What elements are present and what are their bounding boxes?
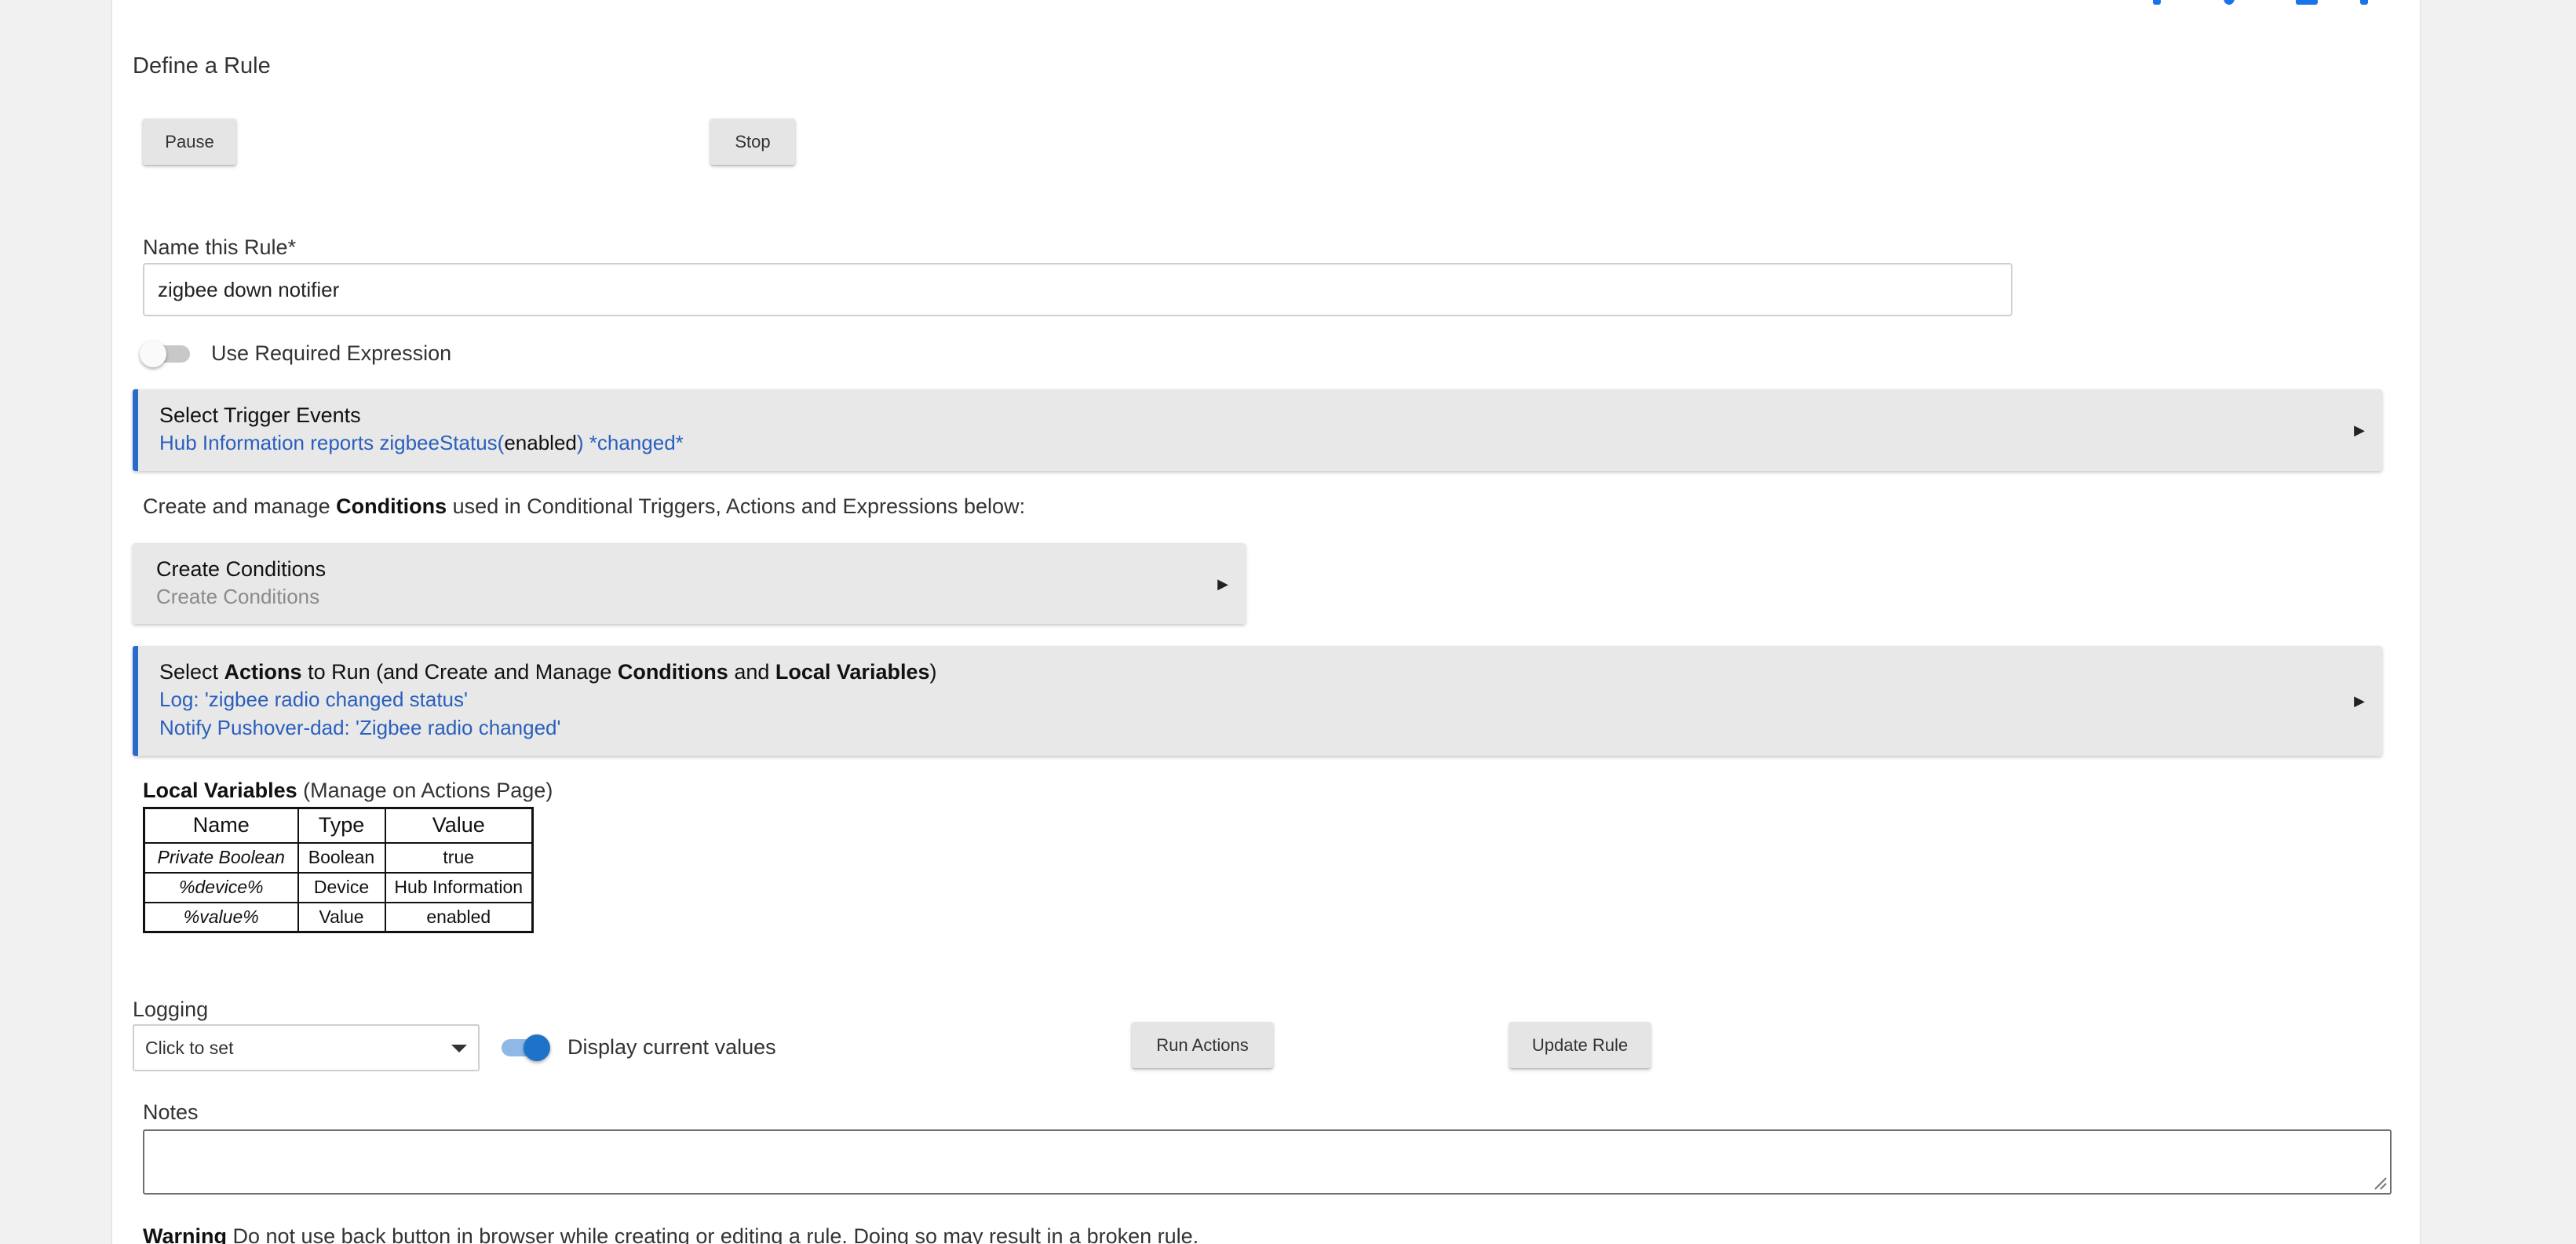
run-actions-button[interactable]: Run Actions [1132, 1022, 1273, 1068]
table-row: %value% Value enabled [143, 901, 534, 933]
trigger-events-panel[interactable]: Select Trigger Events Hub Information re… [133, 389, 2382, 471]
required-expression-toggle[interactable] [140, 339, 190, 369]
local-variables-heading: Local Variables (Manage on Actions Page) [143, 779, 553, 802]
chevron-down-icon [451, 1045, 467, 1052]
conditions-intro-text: Create and manage Conditions used in Con… [143, 494, 1026, 518]
table-cell: Boolean [297, 841, 386, 874]
column-header-name: Name [143, 807, 299, 844]
table-cell: enabled [384, 901, 534, 933]
expand-arrow-icon: ▶ [1217, 576, 1228, 592]
rule-name-label: Name this Rule* [143, 235, 297, 259]
create-conditions-subtitle: Create Conditions [156, 585, 320, 608]
resize-grip-icon[interactable] [2370, 1173, 2388, 1191]
table-cell: Private Boolean [143, 841, 299, 874]
display-values-toggle[interactable] [502, 1033, 550, 1063]
table-row: Private Boolean Boolean true [143, 841, 534, 874]
create-conditions-panel[interactable]: Create Conditions Create Conditions ▶ [133, 543, 1246, 624]
column-header-value: Value [384, 807, 534, 844]
select-actions-title: Select Actions to Run (and Create and Ma… [159, 660, 937, 684]
expand-arrow-icon: ▶ [2354, 693, 2365, 709]
toolbar-icon-3[interactable] [2296, 0, 2318, 5]
logging-label: Logging [133, 998, 209, 1021]
warning-text: Warning Do not use back button in browse… [143, 1224, 1199, 1244]
expand-arrow-icon: ▶ [2354, 422, 2365, 438]
page-title: Define a Rule [133, 53, 271, 78]
table-cell: %device% [143, 871, 299, 903]
pause-button[interactable]: Pause [143, 119, 236, 165]
required-expression-label: Use Required Expression [211, 341, 452, 365]
table-cell: Value [297, 901, 386, 933]
action-line-notify: Notify Pushover-dad: 'Zigbee radio chang… [159, 716, 561, 739]
toolbar-icon-2[interactable] [2224, 0, 2235, 5]
table-cell: %value% [143, 901, 299, 933]
toolbar-icon-4[interactable] [2360, 0, 2368, 5]
local-variables-table: Name Type Value Private Boolean Boolean … [143, 807, 534, 933]
select-actions-panel[interactable]: Select Actions to Run (and Create and Ma… [133, 646, 2382, 756]
toolbar-icon-1[interactable] [2153, 0, 2161, 5]
display-values-label: Display current values [567, 1035, 776, 1059]
top-toolbar-icons [2153, 0, 2388, 6]
table-cell: true [384, 841, 534, 874]
page-container: Define a Rule Pause Stop Name this Rule*… [111, 0, 2421, 1244]
column-header-type: Type [297, 807, 386, 844]
update-rule-button[interactable]: Update Rule [1509, 1022, 1651, 1068]
trigger-events-title: Select Trigger Events [159, 403, 361, 427]
notes-label: Notes [143, 1100, 199, 1124]
logging-select-value: Click to set [145, 1037, 234, 1058]
table-row: %device% Device Hub Information [143, 871, 534, 903]
stop-button[interactable]: Stop [710, 119, 795, 165]
notes-textarea[interactable] [143, 1129, 2392, 1195]
table-cell: Hub Information [384, 871, 534, 903]
table-cell: Device [297, 871, 386, 903]
trigger-events-detail: Hub Information reports zigbeeStatus(ena… [159, 431, 684, 454]
logging-select[interactable]: Click to set [133, 1024, 480, 1071]
create-conditions-title: Create Conditions [156, 557, 327, 581]
rule-name-value: zigbee down notifier [158, 277, 340, 301]
action-line-log: Log: 'zigbee radio changed status' [159, 688, 468, 711]
rule-name-input[interactable]: zigbee down notifier [143, 263, 2012, 316]
